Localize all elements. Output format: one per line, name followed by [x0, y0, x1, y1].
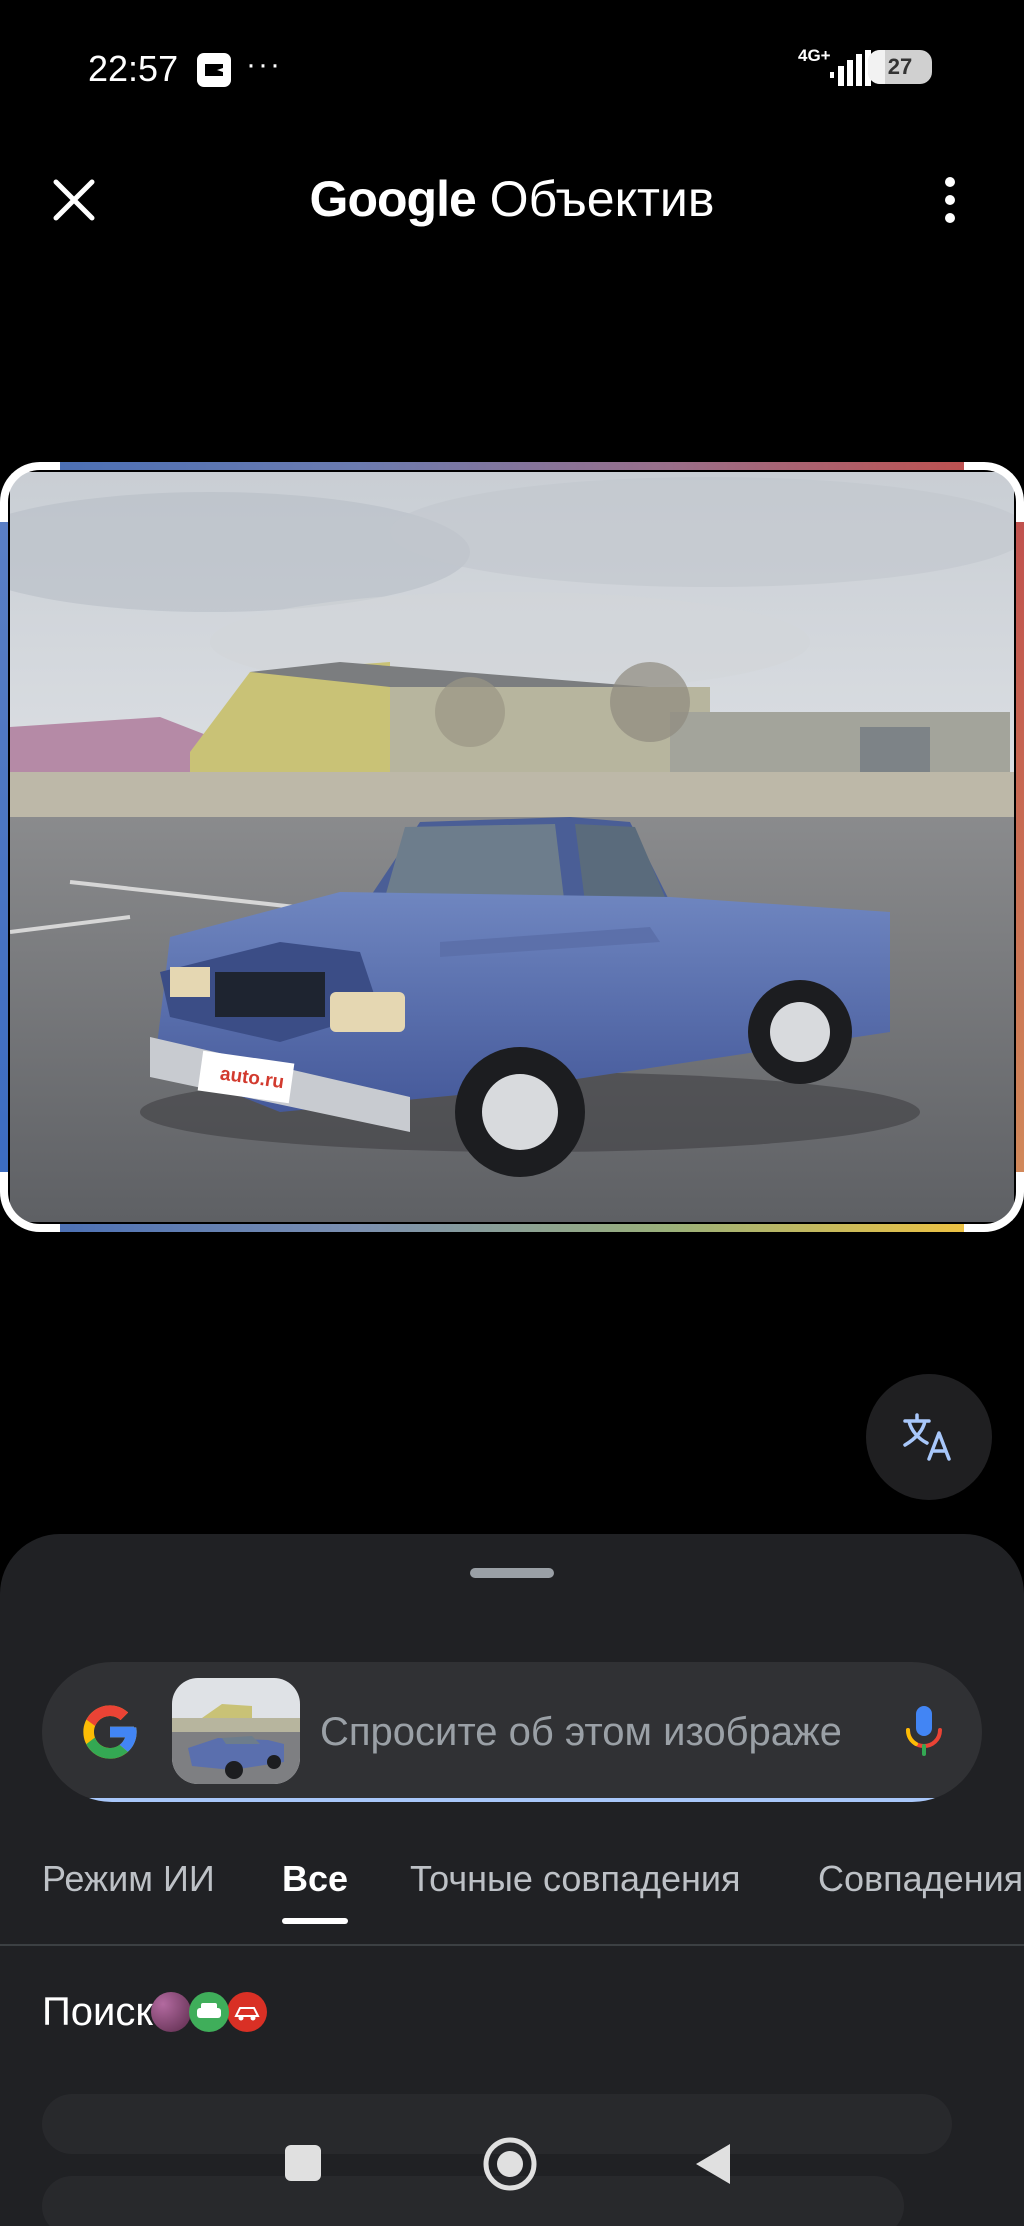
notification-dots: ··· [246, 48, 282, 81]
capcut-icon [197, 53, 231, 87]
translate-button[interactable] [866, 1374, 992, 1500]
crop-handle-top-left[interactable] [0, 462, 60, 522]
status-time: 22:57 [88, 48, 179, 89]
sheet-drag-handle[interactable] [470, 1568, 554, 1578]
result-tabs: Режим ИИ Все Точные совпадения Совпадени… [0, 1834, 1024, 1946]
mic-icon [906, 1706, 942, 1756]
home-circle-icon [483, 2137, 537, 2191]
red-car-emoji-icon [226, 1992, 267, 2032]
network-type: 4G+ [798, 46, 831, 65]
frame-left-edge [0, 502, 8, 1192]
status-bar: 22:57 ··· 4G+ 27 [0, 0, 1024, 140]
google-brand: Google [309, 171, 477, 227]
back-button[interactable] [694, 2142, 732, 2191]
voice-search-button[interactable] [892, 1698, 956, 1762]
frame-right-edge [1016, 502, 1024, 1192]
more-vert-icon [945, 177, 955, 223]
tab-exact-matches[interactable]: Точные совпадения [410, 1858, 741, 1900]
search-box[interactable] [42, 1662, 982, 1802]
battery-level: 27 [887, 54, 913, 79]
frame-bottom-edge [40, 1224, 984, 1232]
app-title: Google Объектив [0, 170, 1024, 228]
tab-visual-matches[interactable]: Совпадения [818, 1858, 1023, 1900]
crop-handle-bottom-left[interactable] [0, 1172, 60, 1232]
recents-square-icon [285, 2145, 321, 2181]
app-header: Google Объектив [0, 140, 1024, 260]
active-tab-indicator [282, 1918, 348, 1924]
crop-handle-top-right[interactable] [964, 462, 1024, 522]
home-button[interactable] [482, 2136, 538, 2197]
car-emoji-icon [188, 1992, 229, 2032]
section-title-text: Поиск [42, 1989, 153, 2034]
tab-ai-mode[interactable]: Режим ИИ [42, 1858, 215, 1900]
lens-product-name: Объектив [489, 171, 715, 227]
query-image-thumbnail[interactable] [172, 1678, 300, 1784]
instagram-emoji-icon [150, 1992, 191, 2032]
translate-icon [903, 1413, 951, 1461]
tab-all[interactable]: Все [282, 1858, 348, 1900]
frame-top-edge [40, 462, 984, 470]
more-options-button[interactable] [920, 170, 980, 230]
back-triangle-icon [696, 2144, 730, 2184]
lens-screen: 22:57 ··· 4G+ 27 Google Объектив auto.ru… [0, 0, 1024, 2226]
crop-handle-bottom-right[interactable] [964, 1172, 1024, 1232]
recents-button[interactable] [284, 2144, 322, 2187]
search-input[interactable] [320, 1702, 840, 1762]
car-photo: auto.ru [10, 472, 1014, 1222]
selected-image-region[interactable]: auto.ru [0, 462, 1024, 1232]
tabs-divider [0, 1944, 1024, 1946]
battery-icon: 27 [868, 50, 932, 84]
system-navigation-bar [0, 2114, 1024, 2214]
results-section-title: Поиск [42, 1982, 267, 2042]
google-g-icon [83, 1705, 137, 1759]
